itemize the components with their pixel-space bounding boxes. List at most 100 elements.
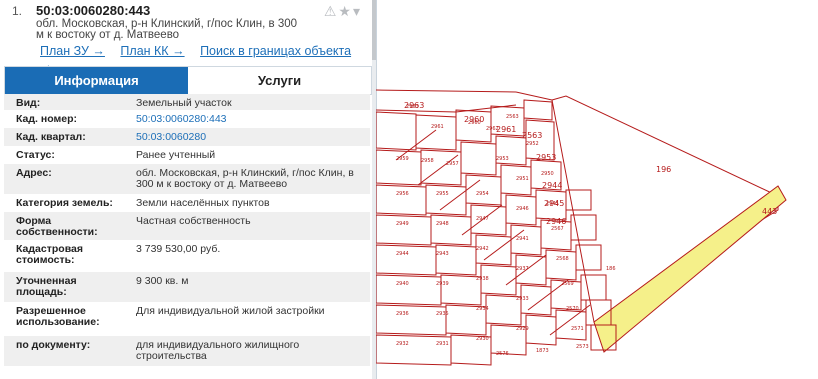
parcel-label: 2933 — [516, 296, 529, 302]
parcel — [376, 111, 417, 151]
parcel-address: обл. Московская, р-н Клинский, г/пос Кли… — [36, 18, 298, 41]
parcel — [525, 314, 557, 346]
tab-services[interactable]: Услуги — [188, 67, 371, 94]
info-label: Категория земель: — [16, 197, 113, 209]
parcel-label-big: 2945 — [544, 199, 564, 208]
parcel-boundary — [515, 91, 553, 101]
parcel-label-big: 2563 — [522, 131, 542, 140]
parcel-label: 2957 — [446, 161, 459, 167]
parcel — [376, 244, 437, 276]
tab-info[interactable]: Информация — [5, 67, 188, 94]
info-label: Кад. квартал: — [16, 131, 86, 143]
parcel — [555, 309, 587, 341]
parcel-label-big: 196 — [656, 165, 671, 174]
map-canvas[interactable]: 296329612960296225632959 2958 295729532952… — [376, 0, 818, 379]
parcel-label: 2573 — [576, 344, 589, 350]
parcel-label-big: 2963 — [404, 101, 424, 110]
parcel-label: 2934 — [476, 306, 489, 312]
parcel-label: 2567 — [551, 226, 564, 232]
parcel-label-big: 2946 — [546, 217, 566, 226]
parcel-label: 2942 — [476, 246, 489, 252]
info-row: Разрешенное использование: Для индивидуал… — [4, 302, 370, 336]
info-label: Вид: — [16, 97, 41, 109]
parcel-label: 2939 — [436, 281, 449, 287]
parcel — [523, 99, 553, 121]
parcel — [580, 274, 607, 301]
parcel-label: 2937 — [516, 266, 529, 272]
info-value: 3 739 530,00 руб. — [136, 243, 221, 255]
parcel-label: 2563 — [506, 114, 519, 120]
info-row: Адрес: обл. Московская, р-н Клинский, г/п… — [4, 164, 370, 194]
parcel-label: 2938 — [476, 276, 489, 282]
parcel-label-big: 2953 — [536, 153, 556, 162]
parcel-label: 2931 — [436, 341, 449, 347]
info-value: для индивидуального жилищного строительс… — [136, 339, 300, 362]
parcel-label: 2576 — [496, 351, 509, 357]
info-value: Для индивидуальной жилой застройки — [136, 305, 325, 317]
info-row: Кад. номер: 50:03:0060280:443 — [4, 110, 370, 128]
plan-kk-link[interactable]: План КК → — [120, 44, 184, 58]
parcel-label: 2958 — [421, 158, 434, 164]
parcel-label: 2944 — [396, 251, 409, 257]
parcel-boundary — [376, 109, 457, 113]
parcel-label-big: 2960 — [464, 115, 484, 124]
info-value: Земли населённых пунктов — [136, 197, 270, 209]
parcel-label: 2961 — [431, 124, 444, 130]
info-label: Кад. номер: — [16, 113, 78, 125]
parcel-label: 2956 — [396, 191, 409, 197]
parcel-label: 2951 — [516, 176, 529, 182]
parcel-label: 2929 — [516, 326, 529, 332]
parcel-label: 2932 — [396, 341, 409, 347]
info-row: Вид: Земельный участок — [4, 94, 370, 110]
parcel-label: 2568 — [556, 256, 569, 262]
parcel-label: 1873 — [536, 348, 549, 354]
parcel — [376, 304, 447, 336]
parcel-label: 2955 — [436, 191, 449, 197]
info-value: Земельный участок — [136, 97, 232, 109]
parcel — [376, 214, 432, 246]
parcel-label-big: 2961 — [496, 125, 516, 134]
info-value[interactable]: 50:03:0060280 — [136, 132, 361, 143]
tab-bar: Информация Услуги — [4, 66, 372, 95]
parcel-title[interactable]: 50:03:0060280:443 — [36, 3, 150, 18]
parcel-label: 2954 — [476, 191, 489, 197]
plan-zu-link[interactable]: План ЗУ → — [40, 44, 105, 58]
parcel-label: 2943 — [436, 251, 449, 257]
cadastral-map[interactable]: 2963 2961 2960 2962 2563 2959 2958 2957 2953 2952… — [376, 0, 818, 379]
info-label: Форма собственности: — [16, 215, 98, 238]
parcel-label: 2953 — [496, 156, 509, 162]
parcel — [376, 334, 452, 366]
parcel-label: 2570 — [566, 306, 579, 312]
parcel-label: 2952 — [526, 141, 539, 147]
parcel-label: 2940 — [396, 281, 409, 287]
info-row: Статус: Ранее учтенный — [4, 146, 370, 164]
star-icon[interactable]: ★ — [338, 3, 353, 19]
parcel-label: 2941 — [516, 236, 529, 242]
header-icons: ⚠★▾ — [324, 3, 362, 20]
parcel-label: 2947 — [476, 216, 489, 222]
info-row: Форма собственности: Частная собственност… — [4, 212, 370, 240]
parcel-label: 2930 — [476, 336, 489, 342]
parcel-label: 2569 — [561, 281, 574, 287]
info-value: Частная собственность — [136, 215, 251, 227]
parcel — [376, 184, 427, 216]
parcel-label-big: 443 — [762, 207, 777, 216]
info-label: Уточненная площадь: — [16, 275, 77, 298]
parcel-label: 2571 — [571, 326, 584, 332]
parcel — [435, 244, 477, 276]
parcel-label-big: 2944 — [542, 181, 562, 190]
chevron-down-icon[interactable]: ▾ — [353, 3, 362, 19]
parcel-label: 2949 — [396, 221, 409, 227]
info-table: Вид: Земельный участок Кад. номер: 50:03:00… — [4, 94, 370, 366]
warning-icon[interactable]: ⚠ — [324, 3, 339, 19]
parcel-label: 2946 — [516, 206, 529, 212]
parcel-label: 2935 — [436, 311, 449, 317]
parcel — [465, 174, 502, 206]
parcel-label: 2948 — [436, 221, 449, 227]
info-value: Ранее учтенный — [136, 149, 216, 161]
info-value[interactable]: 50:03:0060280:443 — [136, 114, 361, 125]
parcel — [415, 114, 457, 151]
info-row: Категория земель: Земли населённых пункто… — [4, 194, 370, 212]
info-label: Кадастровая стоимость: — [16, 243, 83, 266]
parcel — [440, 274, 482, 306]
